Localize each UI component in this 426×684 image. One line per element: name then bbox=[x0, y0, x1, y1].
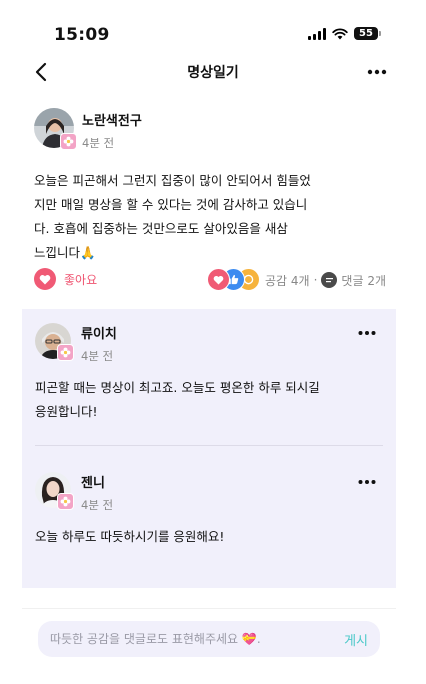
flower-badge-icon bbox=[57, 493, 74, 510]
comment-more-button[interactable] bbox=[357, 325, 377, 341]
empathy-count[interactable]: 공감 4개 bbox=[265, 272, 310, 289]
comments-section: 류이치 4분 전 피곤할 때는 명상이 최고죠. 오늘도 평온한 하루 되시길 … bbox=[22, 309, 396, 588]
top-navigation: 명상일기 bbox=[0, 56, 426, 88]
author-name[interactable]: 노란색전구 bbox=[82, 110, 142, 129]
heart-reaction-icon bbox=[207, 268, 231, 291]
like-label: 좋아요 bbox=[64, 272, 98, 287]
status-bar: 15:09 55 bbox=[0, 0, 426, 56]
submit-comment-button[interactable]: 게시 bbox=[344, 630, 368, 649]
more-horizontal-icon bbox=[358, 480, 376, 484]
comment-author-name[interactable]: 류이치 bbox=[81, 323, 117, 342]
avatar[interactable] bbox=[34, 108, 77, 150]
comment-text: 피곤할 때는 명상이 최고죠. 오늘도 평온한 하루 되시길 응원합니다! bbox=[35, 376, 383, 424]
post-body-line: 오늘은 피곤해서 그런지 집중이 많이 안되어서 힘들었 bbox=[34, 173, 311, 188]
like-button[interactable]: 좋아요 bbox=[34, 268, 97, 290]
comment-bubble-icon bbox=[321, 272, 338, 288]
reaction-summary: 공감 4개 · 댓글 2개 bbox=[207, 268, 386, 292]
comment-more-button[interactable] bbox=[357, 474, 377, 490]
battery-level: 55 bbox=[359, 28, 373, 39]
comment-text-line: 피곤할 때는 명상이 최고죠. 오늘도 평온한 하루 되시길 bbox=[35, 380, 320, 395]
post-body: 오늘은 피곤해서 그런지 집중이 많이 안되어서 힘들었 지만 매일 명상을 할… bbox=[34, 169, 334, 265]
comment-item: 류이치 4분 전 피곤할 때는 명상이 최고죠. 오늘도 평온한 하루 되시길 … bbox=[35, 323, 383, 424]
comment-item: 젠니 4분 전 오늘 하루도 따듯하시기를 응원해요! bbox=[35, 472, 383, 549]
comment-author: 젠니 4분 전 bbox=[35, 472, 383, 513]
wifi-icon bbox=[332, 27, 348, 39]
battery-icon: 55 bbox=[354, 27, 381, 40]
comment-count: 댓글 2개 bbox=[341, 273, 386, 288]
status-indicators: 55 bbox=[308, 27, 381, 40]
avatar[interactable] bbox=[35, 472, 74, 510]
flower-badge-icon bbox=[60, 133, 77, 150]
comment-count-button[interactable]: 댓글 2개 bbox=[321, 272, 386, 289]
heart-icon bbox=[34, 268, 56, 290]
diary-post: 노란색전구 4분 전 오늘은 피곤해서 그런지 집중이 많이 안되어서 힘들었 … bbox=[34, 108, 394, 291]
comment-composer: 게시 bbox=[22, 608, 396, 666]
more-horizontal-icon bbox=[367, 69, 387, 75]
reaction-stack[interactable] bbox=[207, 268, 261, 292]
flower-badge-icon bbox=[57, 344, 74, 361]
post-actions: 좋아요 공감 4개 · 댓글 2개 bbox=[34, 268, 386, 292]
status-time: 15:09 bbox=[54, 25, 110, 45]
post-body-line: 느낍니다🙏 bbox=[34, 245, 96, 260]
more-horizontal-icon bbox=[358, 331, 376, 335]
post-body-line: 다. 호흡에 집중하는 것만으로도 살아있음을 새삼 bbox=[34, 221, 288, 236]
comment-input[interactable] bbox=[50, 632, 345, 646]
cellular-signal-icon bbox=[308, 27, 326, 40]
comment-author-name[interactable]: 젠니 bbox=[81, 472, 113, 491]
comment-text-line: 응원합니다! bbox=[35, 404, 98, 419]
comment-divider bbox=[35, 445, 383, 446]
comment-timestamp: 4분 전 bbox=[81, 349, 114, 363]
comment-text: 오늘 하루도 따듯하시기를 응원해요! bbox=[35, 525, 383, 549]
separator: · bbox=[313, 273, 318, 287]
avatar[interactable] bbox=[35, 323, 74, 361]
post-body-line: 지만 매일 명상을 할 수 있다는 것에 감사하고 있습니 bbox=[34, 197, 308, 212]
comment-author: 류이치 4분 전 bbox=[35, 323, 383, 364]
more-options-button[interactable] bbox=[366, 62, 388, 82]
page-title: 명상일기 bbox=[187, 65, 239, 81]
comment-input-box: 게시 bbox=[38, 621, 380, 657]
comment-text-line: 오늘 하루도 따듯하시기를 응원해요! bbox=[35, 529, 225, 544]
post-timestamp: 4분 전 bbox=[82, 136, 115, 150]
post-author: 노란색전구 4분 전 bbox=[34, 108, 394, 151]
comment-timestamp: 4분 전 bbox=[81, 498, 114, 512]
